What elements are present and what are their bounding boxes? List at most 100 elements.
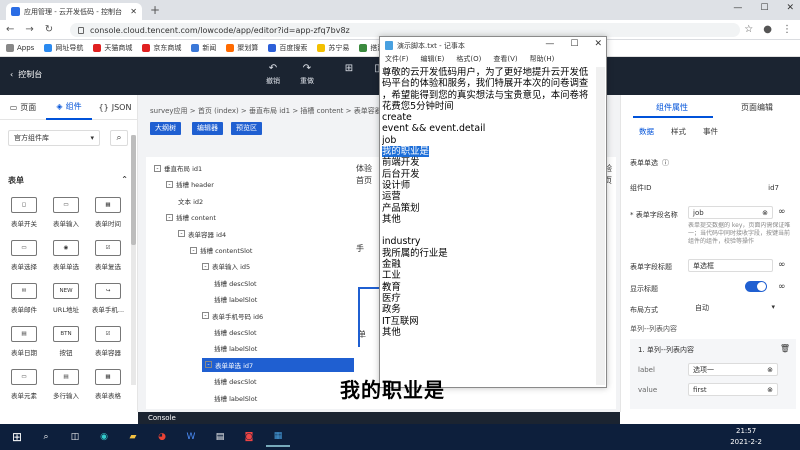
component-item[interactable]: ▤ 多行输入	[48, 369, 84, 413]
component-item[interactable]: ✉ 表单邮件	[6, 283, 42, 327]
notepad-task-icon[interactable]: ▦	[266, 427, 290, 447]
app-icon[interactable]: ◙	[237, 427, 261, 447]
component-item[interactable]: ◉ 表单单选	[48, 240, 84, 284]
library-select[interactable]: 官方组件库 ▾	[8, 130, 100, 146]
option-label-input[interactable]: 选项一 ⊗	[688, 363, 778, 376]
clear-icon[interactable]: ⊗	[767, 366, 773, 374]
tab-pages[interactable]: ▭ 页面	[0, 102, 46, 113]
edge-icon[interactable]: ◉	[92, 427, 116, 447]
minimize-icon[interactable]: —	[545, 39, 554, 49]
address-bar[interactable]: console.cloud.tencent.com/lowcode/app/ed…	[70, 23, 740, 37]
tree-node[interactable]: - 表单单选 id7	[202, 357, 354, 372]
terminal-icon[interactable]: ▤	[208, 427, 232, 447]
outline-tree-button[interactable]: 大纲树	[150, 122, 181, 135]
editor-button[interactable]: 编辑器	[192, 122, 223, 135]
clear-icon[interactable]: ⊗	[767, 386, 773, 394]
notepad-menu-item[interactable]: 查看(V)	[493, 54, 517, 66]
notepad-scrollbar[interactable]	[596, 67, 605, 385]
show-title-toggle[interactable]	[745, 281, 767, 292]
notepad-menu-item[interactable]: 格式(O)	[456, 54, 481, 66]
tree-toggle-icon[interactable]: -	[154, 164, 161, 172]
bookmark-item[interactable]: 天猫商城	[93, 43, 132, 53]
component-item[interactable]: ☑ 表单容器	[90, 326, 126, 370]
left-scrollbar-thumb[interactable]	[131, 135, 136, 245]
minimize-icon[interactable]: —	[733, 3, 742, 13]
bookmark-item[interactable]: 网址导航	[44, 43, 83, 53]
profile-icon[interactable]: ●	[763, 24, 772, 35]
bookmark-item[interactable]: 聚划算	[226, 43, 258, 53]
bookmark-item[interactable]: 百度搜索	[268, 43, 307, 53]
bookmark-star-icon[interactable]: ☆	[744, 24, 753, 35]
forward-icon[interactable]: →	[25, 24, 33, 35]
reload-icon[interactable]: ↻	[45, 24, 53, 35]
component-item[interactable]: ▤ 表单日期	[6, 326, 42, 370]
maximize-icon[interactable]: ☐	[760, 3, 768, 13]
component-item[interactable]: ◻ 表单开关	[6, 197, 42, 241]
tree-node[interactable]: 插槽 descSlot	[214, 325, 257, 339]
field-name-input[interactable]: job ⊗	[688, 206, 773, 219]
component-search-button[interactable]: ⌕	[110, 130, 128, 146]
tree-node[interactable]: 插槽 descSlot	[214, 374, 257, 388]
link-icon[interactable]: ∞	[778, 282, 786, 292]
bookmark-item[interactable]: Apps	[6, 44, 34, 52]
new-tab-icon[interactable]: +	[150, 3, 160, 17]
tab-json[interactable]: {} JSON	[92, 103, 138, 112]
component-item[interactable]: ↪ 表单手机...	[90, 283, 126, 327]
notepad-menu-item[interactable]: 编辑(E)	[421, 54, 445, 66]
preview-button[interactable]: 预览区	[231, 122, 262, 135]
subtab-data[interactable]: 数据	[639, 126, 654, 137]
close-window-icon[interactable]: ✕	[786, 3, 794, 13]
delete-icon[interactable]: 🗑	[780, 344, 790, 353]
menu-icon[interactable]: ⋮	[782, 24, 792, 35]
tree-toggle-icon[interactable]: -	[202, 262, 209, 270]
browser-tab[interactable]: 应用管理 - 云开发低码 - 控制台 ✕	[6, 3, 142, 20]
tree-toggle-icon[interactable]: -	[178, 230, 185, 238]
tree-node[interactable]: - 垂直布局 id1	[154, 161, 202, 175]
notepad-menu-item[interactable]: 帮助(H)	[530, 54, 555, 66]
tree-toggle-icon[interactable]: -	[205, 361, 212, 369]
search-icon[interactable]: ⌕	[34, 427, 58, 447]
tree-node[interactable]: - 插槽 content	[166, 210, 216, 224]
layout-select[interactable]: 自动 ▾	[695, 303, 775, 313]
tree-node[interactable]: - 插槽 contentSlot	[190, 243, 252, 257]
notepad-text-area[interactable]: 尊敬的云开发低码用户，为了更好地提升云开发低 码平台的体验和服务，我们特展开本次的…	[382, 67, 596, 385]
tab-component-props[interactable]: 组件属性	[656, 102, 688, 113]
console-bar[interactable]: Console	[138, 412, 620, 424]
tree-toggle-icon[interactable]: -	[166, 180, 173, 188]
field-title-input[interactable]: 单选框	[688, 259, 773, 272]
tree-toggle-icon[interactable]: -	[202, 312, 209, 320]
notepad-menu-item[interactable]: 文件(F)	[385, 54, 409, 66]
tab-page-edit[interactable]: 页面编辑	[741, 102, 773, 113]
toolbar-tool-3[interactable]: ⊞	[334, 63, 364, 76]
explorer-icon[interactable]: ▰	[121, 427, 145, 447]
word-icon[interactable]: W	[179, 427, 203, 447]
tree-node[interactable]: - 插槽 header	[166, 177, 214, 191]
task-view-icon[interactable]: ◫	[63, 427, 87, 447]
start-icon[interactable]: ⊞	[5, 427, 29, 447]
close-window-icon[interactable]: ✕	[594, 39, 602, 49]
link-icon[interactable]: ∞	[778, 260, 786, 270]
tree-node[interactable]: 插槽 labelSlot	[214, 292, 257, 306]
component-item[interactable]: NEW URL地址	[48, 283, 84, 327]
tree-node[interactable]: 插槽 labelSlot	[214, 341, 257, 355]
chrome-icon[interactable]: ◕	[150, 427, 174, 447]
component-item[interactable]: ▭ 表单选择	[6, 240, 42, 284]
tab-components[interactable]: ◈ 组件	[46, 95, 92, 120]
tree-node[interactable]: - 表单输入 id5	[202, 259, 250, 273]
component-item[interactable]: ▭ 表单输入	[48, 197, 84, 241]
subtab-events[interactable]: 事件	[703, 126, 718, 137]
subtab-style[interactable]: 样式	[671, 126, 686, 137]
tree-node[interactable]: - 表单容器 id4	[178, 227, 226, 241]
component-item[interactable]: ☑ 表单复选	[90, 240, 126, 284]
link-icon[interactable]: ∞	[778, 207, 786, 217]
tree-toggle-icon[interactable]: -	[166, 213, 173, 221]
tree-node[interactable]: 插槽 labelSlot	[214, 391, 257, 405]
tree-node[interactable]: 文本 id2	[178, 194, 203, 208]
component-item[interactable]: ▦ 表单表格	[90, 369, 126, 413]
tree-node[interactable]: - 表单手机号码 id6	[202, 309, 263, 323]
tree-toggle-icon[interactable]: -	[190, 246, 197, 254]
system-clock[interactable]: 21:57 2021-2-2	[730, 426, 762, 448]
maximize-icon[interactable]: ☐	[570, 39, 578, 49]
bookmark-item[interactable]: 苏宁易	[317, 43, 349, 53]
bookmark-item[interactable]: 京东商城	[142, 43, 181, 53]
